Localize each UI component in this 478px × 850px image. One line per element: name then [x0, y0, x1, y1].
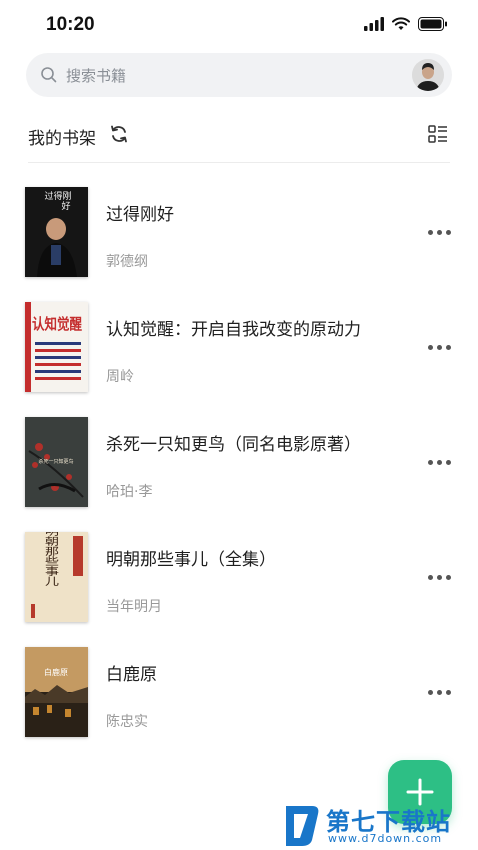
book-title: 白鹿原: [106, 665, 157, 685]
more-icon[interactable]: [428, 687, 454, 697]
book-author: 当年明月: [106, 599, 162, 615]
cover-title: 过得刚: [44, 190, 71, 202]
book-item[interactable]: 白鹿原 白鹿原 陈忠实: [0, 647, 478, 739]
shelf-title: 我的书架: [28, 129, 96, 149]
more-icon[interactable]: [428, 457, 454, 467]
list-view-icon[interactable]: [428, 125, 448, 143]
book-item[interactable]: 明朝那些事儿 明朝那些事儿（全集） 当年明月: [0, 532, 478, 624]
watermark-logo: [286, 806, 319, 846]
battery-icon: [418, 17, 447, 31]
book-cover[interactable]: 认知觉醒: [25, 302, 88, 392]
book-cover[interactable]: 杀死一只知更鸟: [25, 417, 88, 507]
book-title: 过得刚好: [106, 205, 174, 225]
search-icon: [41, 67, 57, 83]
avatar[interactable]: [412, 59, 444, 91]
status-bar: 10:20: [0, 0, 478, 50]
watermark-url: www.d7down.com: [328, 832, 443, 845]
book-title: 明朝那些事儿（全集）: [106, 550, 276, 570]
search-input[interactable]: 搜索书籍: [66, 65, 126, 86]
avatar-image: [412, 59, 444, 91]
refresh-icon[interactable]: [109, 124, 129, 144]
cover-title: 杀死一只知更鸟: [38, 458, 73, 465]
book-item[interactable]: 杀死一只知更鸟 杀死一只知更鸟（同名电影原著） 哈珀·李: [0, 417, 478, 509]
cover-title: 白鹿原: [44, 667, 68, 677]
search-bar[interactable]: 搜索书籍: [26, 53, 452, 97]
watermark: 第七下载站 www.d7down.com: [282, 800, 478, 850]
signal-icon: [364, 17, 384, 31]
book-item[interactable]: 认知觉醒 认知觉醒：开启自我改变的原动力 周岭: [0, 302, 478, 394]
book-title: 杀死一只知更鸟（同名电影原著）: [106, 435, 361, 455]
cover-title: 明朝那些事儿: [43, 532, 59, 587]
book-author: 郭德纲: [106, 254, 148, 270]
more-icon[interactable]: [428, 572, 454, 582]
wifi-icon: [392, 17, 410, 30]
book-author: 周岭: [106, 369, 134, 385]
status-icons: [364, 17, 448, 31]
book-cover[interactable]: 明朝那些事儿: [25, 532, 88, 622]
book-cover[interactable]: 过得刚 好: [25, 187, 88, 277]
status-time: 10:20: [46, 14, 95, 35]
more-icon[interactable]: [428, 342, 454, 352]
cover-title: 好: [61, 200, 70, 212]
divider: [28, 162, 450, 163]
cover-title: 认知觉醒: [32, 315, 82, 333]
book-author: 哈珀·李: [106, 484, 153, 500]
more-icon[interactable]: [428, 227, 454, 237]
book-item[interactable]: 过得刚 好 过得刚好 郭德纲: [0, 187, 478, 279]
book-author: 陈忠实: [106, 714, 148, 730]
book-cover[interactable]: 白鹿原: [25, 647, 88, 737]
shelf-header: 我的书架: [0, 115, 478, 155]
book-title: 认知觉醒：开启自我改变的原动力: [106, 320, 361, 340]
